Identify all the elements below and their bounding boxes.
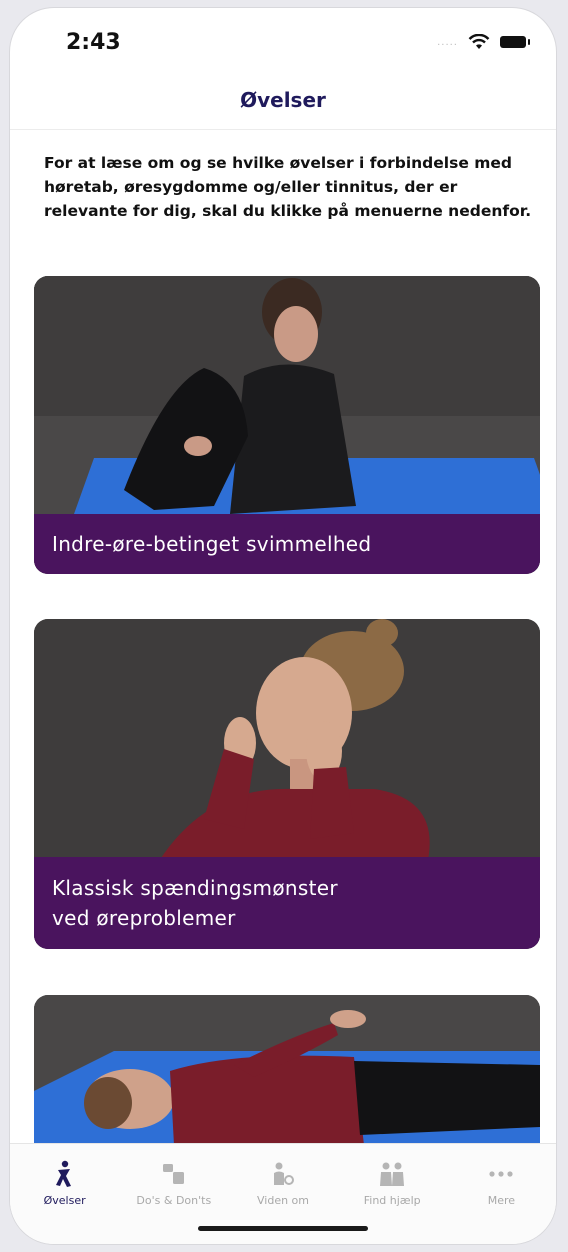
home-indicator[interactable] — [198, 1226, 368, 1231]
intro-text: For at læse om og se hvilke øvelser i fo… — [44, 154, 532, 220]
card-caption-line-2: ved øreproblemer — [52, 906, 236, 930]
exercise-photo-lying — [34, 995, 540, 1143]
tab-more[interactable]: Mere — [447, 1144, 556, 1244]
find-help-icon — [380, 1162, 405, 1186]
knowledge-icon — [274, 1162, 294, 1185]
phone-screen: 2:43 ..... Øvelser For at læse om og se … — [10, 8, 556, 1244]
signal-icon: ..... — [437, 36, 458, 48]
wifi-icon — [468, 34, 490, 49]
tab-label: Find hjælp — [363, 1194, 421, 1207]
card-caption-line-1: Klassisk spændingsmønster — [52, 876, 338, 900]
card-caption: Indre-øre-betinget svimmelhed — [34, 514, 540, 574]
status-icons: ..... — [437, 34, 530, 50]
tab-label: Viden om — [257, 1194, 310, 1207]
battery-icon — [500, 36, 530, 48]
status-time: 2:43 — [66, 30, 121, 55]
tab-label: Mere — [487, 1194, 516, 1207]
exercise-icon — [55, 1160, 71, 1187]
dos-donts-icon — [162, 1164, 184, 1184]
card-lying-exercise[interactable] — [34, 995, 540, 1143]
card-dizziness[interactable]: Indre-øre-betinget svimmelhed — [34, 276, 540, 574]
exercise-list[interactable]: For at læse om og se hvilke øvelser i fo… — [10, 131, 556, 1143]
card-tension-pattern[interactable]: Klassisk spændingsmønster ved øreproblem… — [34, 619, 540, 949]
tab-label: Øvelser — [43, 1194, 86, 1207]
more-icon — [489, 1171, 514, 1177]
tab-label: Do's & Don'ts — [136, 1194, 212, 1207]
status-bar: 2:43 ..... — [10, 8, 556, 72]
navigation-bar: Øvelser — [10, 72, 556, 130]
card-caption: Klassisk spændingsmønster ved øreproblem… — [34, 857, 540, 949]
page-title: Øvelser — [240, 88, 326, 112]
tab-exercises[interactable]: Øvelser — [10, 1144, 119, 1244]
